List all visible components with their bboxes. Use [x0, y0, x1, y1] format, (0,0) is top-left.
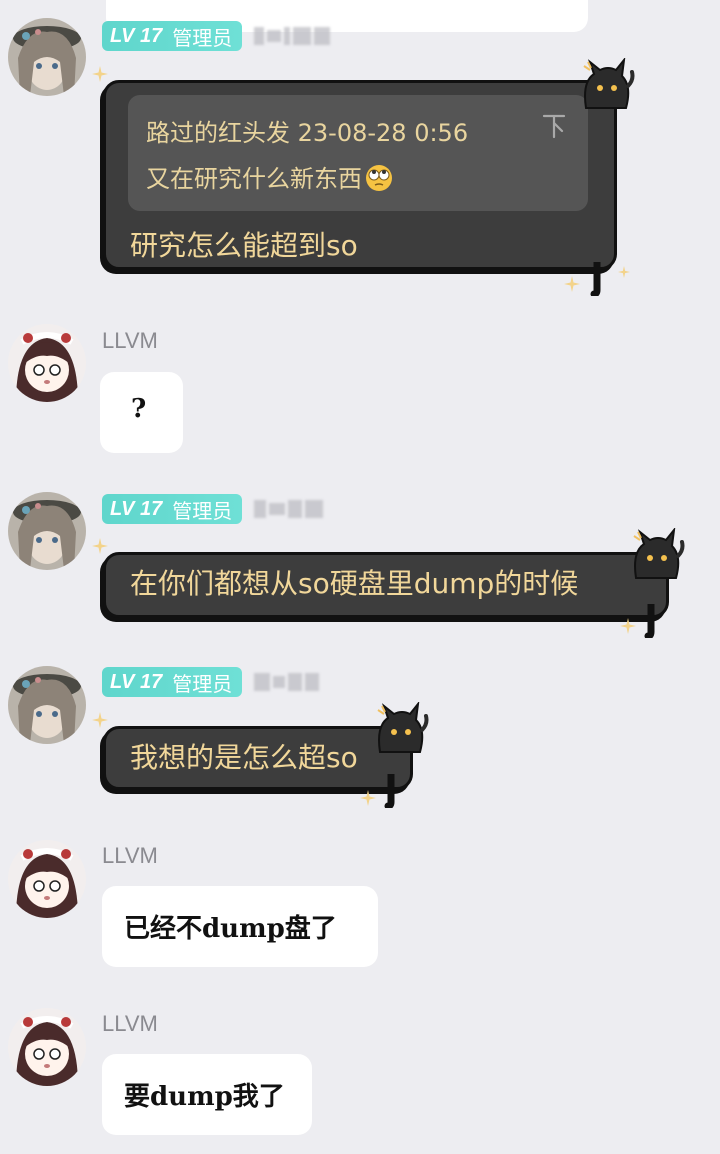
pin-icon[interactable]	[540, 111, 568, 141]
message-text: ?	[131, 394, 147, 424]
message-text: 已经不dump盘了	[124, 914, 337, 944]
sparkle-icon	[564, 276, 580, 292]
role-label: 管理员	[172, 25, 233, 50]
message-text: 在你们都想从so硬盘里dump的时候	[130, 567, 579, 600]
message-text: 研究怎么能超到so	[130, 229, 358, 262]
sender-name: LLVM	[102, 1011, 158, 1036]
cat-tail-decoration	[644, 604, 655, 638]
sender-info: LV 17 管理员	[102, 667, 320, 697]
blurred-username	[254, 25, 331, 47]
message-text: 要dump我了	[124, 1082, 285, 1112]
sparkle-icon	[92, 66, 108, 82]
reply-author-time: 路过的红头发 23-08-28 0:56	[146, 119, 469, 147]
reply-text: 又在研究什么新东西	[146, 159, 394, 194]
message-bubble[interactable]: ?	[100, 372, 183, 453]
sender-name: LLVM	[102, 843, 158, 868]
reply-text-content: 又在研究什么新东西	[146, 165, 362, 193]
black-cat-icon	[583, 58, 635, 109]
avatar[interactable]	[8, 840, 86, 918]
role-label: 管理员	[172, 671, 233, 696]
chat-screen: LV 17 管理员 路过的红头发 23-08-28 0:56 又在研究什么新东西	[0, 0, 720, 1154]
reply-quote[interactable]: 路过的红头发 23-08-28 0:56 又在研究什么新东西	[128, 95, 588, 211]
sparkle-icon	[92, 712, 108, 728]
sender-info: LV 17 管理员	[102, 494, 324, 524]
role-label: 管理员	[172, 498, 233, 523]
sparkle-icon	[620, 618, 636, 634]
sparkle-icon	[92, 538, 108, 554]
sender-name: LLVM	[102, 328, 158, 353]
avatar[interactable]	[8, 666, 86, 744]
message-bubble[interactable]: 要dump我了	[102, 1054, 312, 1135]
message-bubble[interactable]: 已经不dump盘了	[102, 886, 378, 967]
message-text: 我想的是怎么超so	[130, 741, 358, 774]
message-bubble[interactable]: 我想的是怎么超so	[103, 726, 413, 790]
avatar[interactable]	[8, 1008, 86, 1086]
face-with-rolling-eyes-emoji	[366, 165, 392, 191]
blurred-username	[254, 671, 320, 693]
level-badge: LV 17 管理员	[102, 494, 243, 524]
level-label: LV 17	[110, 497, 163, 520]
cat-tail-decoration	[384, 774, 395, 808]
avatar[interactable]	[8, 492, 86, 570]
level-badge: LV 17 管理员	[102, 21, 243, 51]
sender-info: LV 17 管理员	[102, 21, 331, 51]
avatar[interactable]	[8, 18, 86, 96]
level-label: LV 17	[110, 24, 163, 47]
sparkle-icon	[618, 266, 630, 278]
cat-tail-decoration	[590, 262, 601, 296]
avatar[interactable]	[8, 324, 86, 402]
message-bubble[interactable]: 在你们都想从so硬盘里dump的时候	[103, 552, 669, 618]
level-badge: LV 17 管理员	[102, 667, 243, 697]
black-cat-icon	[377, 702, 429, 753]
blurred-username	[254, 498, 324, 520]
black-cat-icon	[633, 528, 685, 579]
sparkle-icon	[360, 790, 376, 806]
level-label: LV 17	[110, 670, 163, 693]
message-bubble[interactable]: 路过的红头发 23-08-28 0:56 又在研究什么新东西 研究怎么能超到so	[103, 80, 617, 270]
